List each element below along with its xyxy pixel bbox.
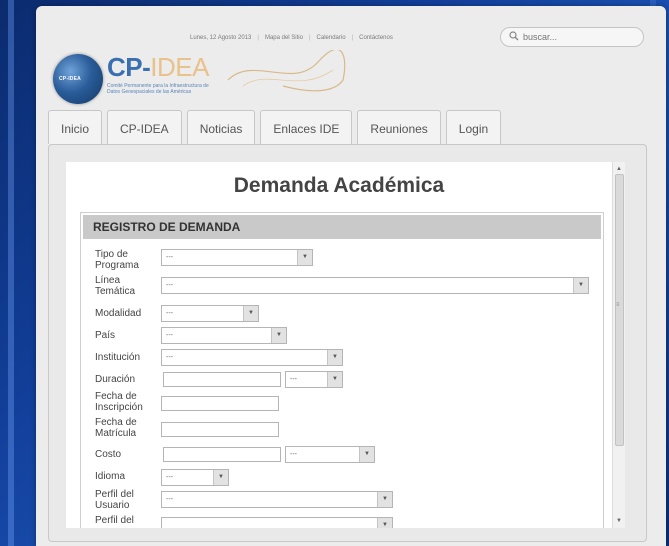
chevron-down-icon: ▼	[359, 447, 374, 462]
calendar-link[interactable]: Calendario	[317, 35, 346, 41]
scrollbar-thumb[interactable]	[615, 174, 624, 446]
logo-title: CP-IDEA	[107, 52, 209, 82]
form-iframe: Demanda Académica REGISTRO DE DEMANDA Ti…	[66, 162, 612, 528]
duracion-input[interactable]	[163, 372, 281, 387]
chevron-down-icon: ▼	[243, 306, 258, 321]
logo-subtitle: Comité Permanente para la Infraestructur…	[107, 83, 209, 95]
label-linea-tematica: Línea Temática	[95, 275, 136, 297]
scroll-grip-icon: ≡	[616, 302, 620, 308]
main-nav: Inicio CP-IDEA Noticias Enlaces IDE Reun…	[48, 110, 506, 144]
chevron-down-icon: ▼	[377, 518, 392, 528]
registration-form: REGISTRO DE DEMANDA Tipo de Programa ---…	[80, 212, 604, 528]
label-idioma: Idioma	[95, 471, 126, 482]
label-costo: Costo	[95, 449, 122, 460]
select-tipo-programa[interactable]: --- ▼	[161, 249, 313, 266]
select-idioma[interactable]: --- ▼	[161, 469, 229, 486]
logo-swirl-icon	[227, 50, 346, 92]
label-institucion: Institución	[95, 352, 141, 363]
tab-reuniones[interactable]: Reuniones	[357, 110, 441, 144]
current-date: Lunes, 12 Agosto 2013	[190, 35, 252, 41]
costo-input[interactable]	[163, 447, 281, 462]
label-fecha-matricula: Fecha de Matrícula	[95, 417, 137, 439]
label-duracion: Duración	[95, 374, 136, 385]
chevron-down-icon: ▼	[573, 278, 588, 293]
select-institucion[interactable]: --- ▼	[161, 349, 343, 366]
tab-noticias[interactable]: Noticias	[186, 110, 256, 144]
page-title: Demanda Académica	[233, 174, 445, 197]
label-tipo-programa: Tipo de Programa	[95, 249, 139, 271]
select-moneda[interactable]: --- ▼	[285, 446, 375, 463]
globe-logo-icon: CP-IDEA	[53, 54, 103, 104]
select-perfil-usuario[interactable]: --- ▼	[161, 491, 393, 508]
utility-bar: Lunes, 12 Agosto 2013 | Mapa del Sitio |…	[190, 35, 393, 41]
tab-login[interactable]: Login	[445, 110, 502, 144]
label-fecha-inscripcion: Fecha de Inscripción	[95, 391, 143, 413]
chevron-down-icon: ▼	[327, 372, 342, 387]
tab-cp-idea[interactable]: CP-IDEA	[107, 110, 182, 144]
vertical-scrollbar[interactable]: ▲ ≡ ▼	[612, 162, 625, 528]
scroll-down-icon[interactable]: ▼	[613, 516, 625, 526]
label-perfil-del: Perfil del	[95, 515, 134, 526]
scroll-up-icon[interactable]: ▲	[613, 164, 625, 174]
fecha-inscripcion-input[interactable]	[161, 396, 279, 411]
search-input[interactable]	[519, 32, 633, 42]
search-icon	[509, 28, 519, 46]
tab-inicio[interactable]: Inicio	[48, 110, 103, 144]
fecha-matricula-input[interactable]	[161, 422, 279, 437]
chevron-down-icon: ▼	[213, 470, 228, 485]
select-perfil-del[interactable]: ▼	[161, 517, 393, 528]
select-linea-tematica[interactable]: --- ▼	[161, 277, 589, 294]
label-modalidad: Modalidad	[95, 308, 142, 319]
contact-link[interactable]: Contáctenos	[359, 35, 393, 41]
chevron-down-icon: ▼	[297, 250, 312, 265]
chevron-down-icon: ▼	[327, 350, 342, 365]
select-modalidad[interactable]: --- ▼	[161, 305, 259, 322]
label-perfil-usuario: Perfil del Usuario	[95, 489, 134, 511]
chevron-down-icon: ▼	[377, 492, 392, 507]
background-stripe	[8, 0, 14, 546]
label-pais: País	[95, 330, 116, 341]
chevron-down-icon: ▼	[271, 328, 286, 343]
tab-enlaces-ide[interactable]: Enlaces IDE	[260, 110, 353, 144]
search-box[interactable]	[500, 27, 644, 47]
select-duracion-unidad[interactable]: --- ▼	[285, 371, 343, 388]
site-logo[interactable]: CP-IDEA CP-IDEA Comité Permanente para l…	[53, 50, 346, 110]
sitemap-link[interactable]: Mapa del Sitio	[265, 35, 303, 41]
section-header: REGISTRO DE DEMANDA	[83, 215, 601, 239]
select-pais[interactable]: --- ▼	[161, 327, 287, 344]
